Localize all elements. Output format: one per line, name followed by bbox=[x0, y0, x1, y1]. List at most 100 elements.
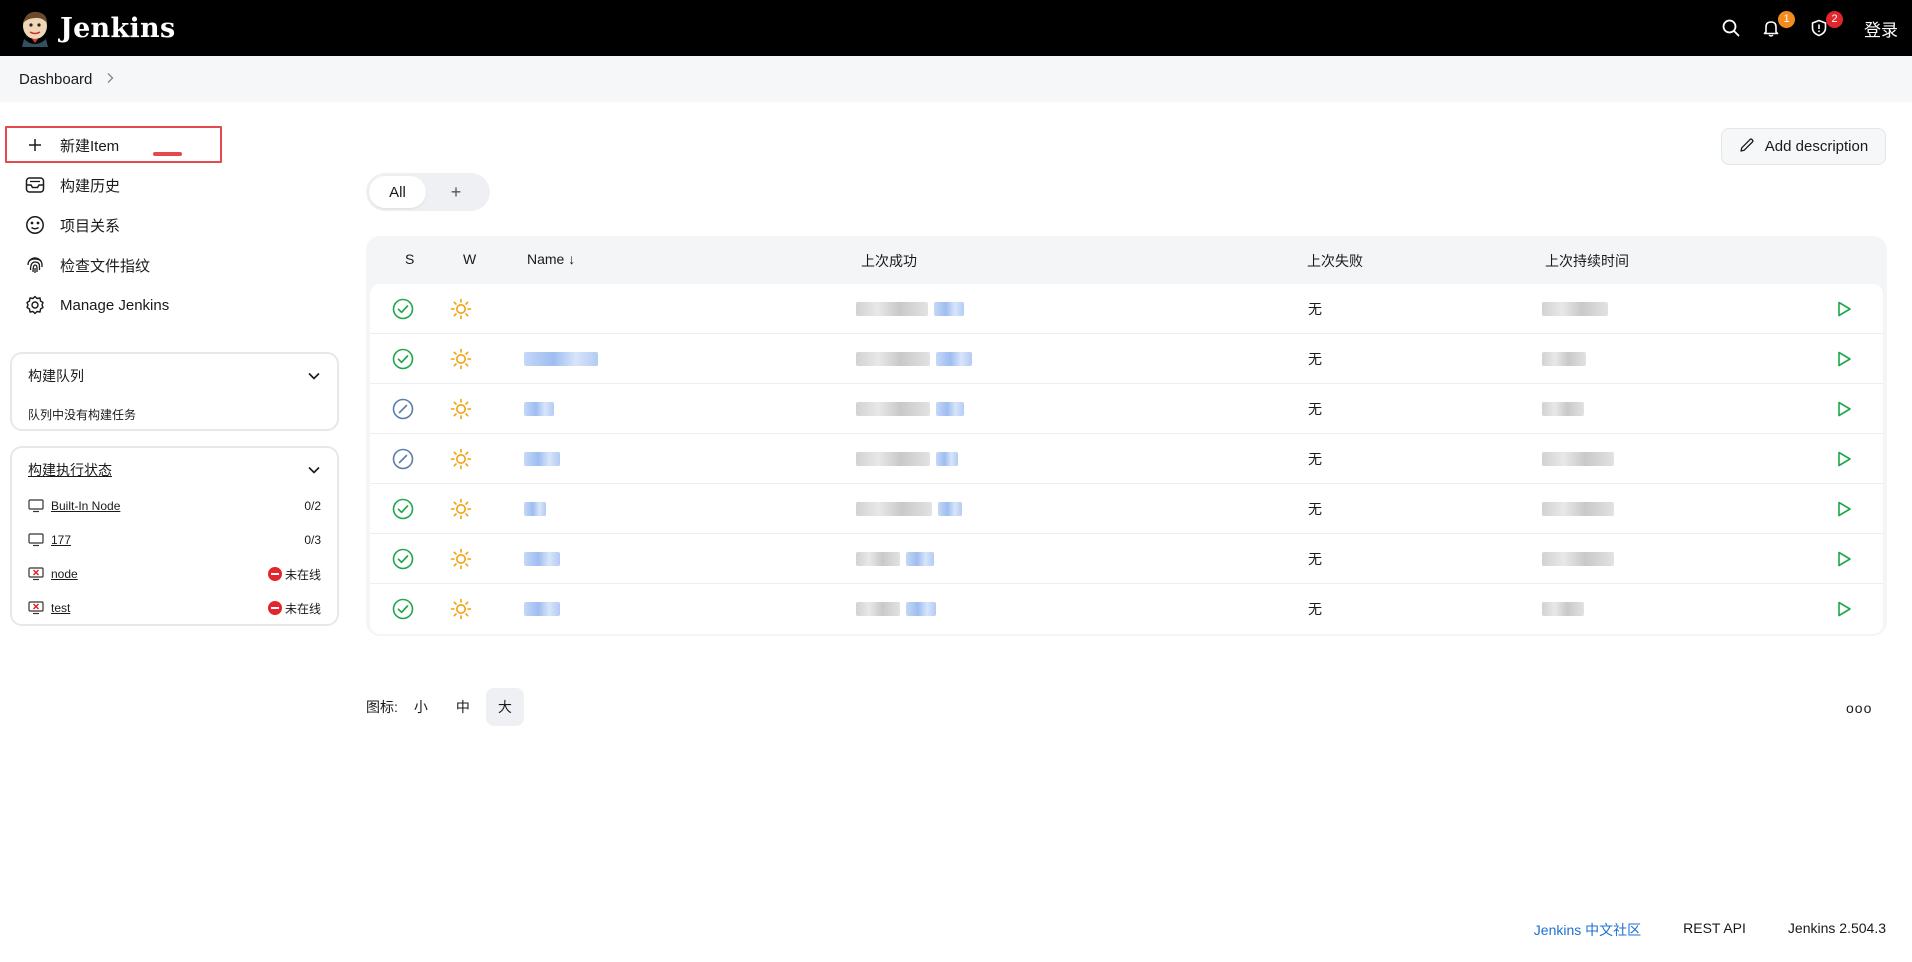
job-name-link[interactable] bbox=[524, 434, 560, 484]
weather-sunny-icon[interactable] bbox=[450, 384, 472, 434]
inbox-icon bbox=[24, 174, 46, 196]
table-body: 无无无无无无无 bbox=[370, 284, 1883, 634]
annotation-mark bbox=[153, 152, 182, 156]
last-success-cell[interactable] bbox=[856, 434, 958, 484]
weather-sunny-icon[interactable] bbox=[450, 284, 472, 334]
build-now-play-icon[interactable] bbox=[1835, 534, 1853, 584]
task-new-item[interactable]: 新建Item bbox=[24, 127, 119, 163]
last-duration-cell bbox=[1542, 384, 1584, 434]
status-not-built-icon[interactable] bbox=[392, 384, 414, 434]
node-link[interactable]: test bbox=[51, 601, 70, 615]
breadcrumb-dashboard[interactable]: Dashboard bbox=[19, 71, 92, 88]
last-duration-cell bbox=[1542, 484, 1614, 534]
weather-sunny-icon[interactable] bbox=[450, 484, 472, 534]
job-name-link[interactable] bbox=[524, 534, 560, 584]
breadcrumb: Dashboard bbox=[0, 56, 1912, 102]
last-failure-cell: 无 bbox=[1308, 534, 1322, 584]
last-success-cell[interactable] bbox=[856, 334, 972, 384]
icon-size-medium[interactable]: 中 bbox=[444, 688, 482, 726]
build-now-play-icon[interactable] bbox=[1835, 584, 1853, 634]
column-header-last-duration[interactable]: 上次持续时间 bbox=[1545, 251, 1629, 271]
search-icon[interactable] bbox=[1722, 19, 1740, 37]
last-success-cell[interactable] bbox=[856, 384, 964, 434]
icon-size-large[interactable]: 大 bbox=[485, 688, 524, 726]
last-failure-cell: 无 bbox=[1308, 334, 1322, 384]
community-link[interactable]: Jenkins 中文社区 bbox=[1534, 920, 1641, 940]
icon-size-small[interactable]: 小 bbox=[402, 688, 440, 726]
build-queue-title: 构建队列 bbox=[28, 368, 84, 384]
job-name-link[interactable] bbox=[524, 484, 546, 534]
executor-node-row: node 未在线 bbox=[28, 564, 321, 584]
executors-header[interactable]: 构建执行状态 bbox=[28, 460, 321, 480]
table-row: 无 bbox=[370, 584, 1883, 634]
version-label[interactable]: Jenkins 2.504.3 bbox=[1788, 920, 1886, 940]
table-row: 无 bbox=[370, 334, 1883, 384]
status-success-icon[interactable] bbox=[392, 584, 414, 634]
build-queue-header[interactable]: 构建队列 bbox=[28, 366, 321, 386]
table-header: S W Name ↓ 上次成功 上次失败 上次持续时间 bbox=[370, 236, 1883, 284]
column-header-weather[interactable]: W bbox=[463, 251, 476, 267]
node-status: 0/3 bbox=[304, 533, 321, 547]
rest-api-link[interactable]: REST API bbox=[1683, 920, 1746, 940]
weather-sunny-icon[interactable] bbox=[450, 534, 472, 584]
chevron-down-icon[interactable] bbox=[307, 462, 321, 478]
node-link[interactable]: 177 bbox=[51, 533, 71, 547]
icon-size-label: 图标: bbox=[366, 699, 398, 715]
last-duration-cell bbox=[1542, 334, 1586, 384]
last-failure-value: 无 bbox=[1308, 401, 1322, 417]
new-view-button[interactable]: + bbox=[426, 182, 486, 203]
build-now-play-icon[interactable] bbox=[1835, 334, 1853, 384]
computer-icon bbox=[28, 499, 44, 513]
task-label: 检查文件指纹 bbox=[60, 257, 151, 275]
last-failure-value: 无 bbox=[1308, 351, 1322, 367]
node-link[interactable]: node bbox=[51, 567, 78, 581]
status-success-icon[interactable] bbox=[392, 334, 414, 384]
last-success-cell[interactable] bbox=[856, 584, 936, 634]
build-queue-empty: 队列中没有构建任务 bbox=[28, 408, 137, 422]
offline-icon bbox=[267, 567, 282, 581]
chevron-down-icon[interactable] bbox=[307, 368, 321, 384]
tab-all[interactable]: All bbox=[369, 176, 426, 208]
weather-sunny-icon[interactable] bbox=[450, 584, 472, 634]
status-success-icon[interactable] bbox=[392, 484, 414, 534]
column-header-name[interactable]: Name ↓ bbox=[527, 251, 575, 267]
job-name-link[interactable] bbox=[524, 384, 554, 434]
last-success-cell[interactable] bbox=[856, 484, 962, 534]
status-not-built-icon[interactable] bbox=[392, 434, 414, 484]
status-success-icon[interactable] bbox=[392, 534, 414, 584]
last-duration-cell bbox=[1542, 284, 1608, 334]
executors-title[interactable]: 构建执行状态 bbox=[28, 460, 112, 480]
job-name-link[interactable] bbox=[524, 584, 560, 634]
weather-sunny-icon[interactable] bbox=[450, 334, 472, 384]
last-failure-value: 无 bbox=[1308, 601, 1322, 617]
build-now-play-icon[interactable] bbox=[1835, 434, 1853, 484]
last-success-cell[interactable] bbox=[856, 534, 934, 584]
column-header-last-failure[interactable]: 上次失败 bbox=[1307, 251, 1363, 271]
task-build-history[interactable]: 构建历史 bbox=[24, 167, 120, 203]
task-manage-jenkins[interactable]: Manage Jenkins bbox=[24, 287, 169, 323]
notifications-button[interactable]: 1 bbox=[1762, 11, 1795, 37]
node-link[interactable]: Built-In Node bbox=[51, 499, 120, 513]
table-row: 无 bbox=[370, 534, 1883, 584]
column-header-last-success[interactable]: 上次成功 bbox=[861, 251, 917, 271]
last-success-cell[interactable] bbox=[856, 284, 964, 334]
task-project-relationship[interactable]: 项目关系 bbox=[24, 207, 120, 243]
status-success-icon[interactable] bbox=[392, 284, 414, 334]
column-header-status[interactable]: S bbox=[405, 251, 414, 267]
weather-sunny-icon[interactable] bbox=[450, 434, 472, 484]
security-button[interactable]: 2 bbox=[1810, 11, 1843, 37]
more-options-button[interactable]: ooo bbox=[1846, 700, 1872, 716]
job-name-link[interactable] bbox=[524, 334, 598, 384]
chevron-right-icon[interactable] bbox=[106, 71, 114, 88]
table-row: 无 bbox=[370, 384, 1883, 434]
build-now-play-icon[interactable] bbox=[1835, 384, 1853, 434]
last-failure-cell: 无 bbox=[1308, 584, 1322, 634]
build-now-play-icon[interactable] bbox=[1835, 284, 1853, 334]
build-now-play-icon[interactable] bbox=[1835, 484, 1853, 534]
last-duration-cell bbox=[1542, 434, 1614, 484]
login-link[interactable]: 登录 bbox=[1864, 16, 1898, 41]
jenkins-logo[interactable]: Jenkins bbox=[18, 9, 175, 47]
add-description-button[interactable]: Add description bbox=[1721, 128, 1886, 165]
last-failure-cell: 无 bbox=[1308, 434, 1322, 484]
task-fingerprint[interactable]: 检查文件指纹 bbox=[24, 247, 150, 283]
